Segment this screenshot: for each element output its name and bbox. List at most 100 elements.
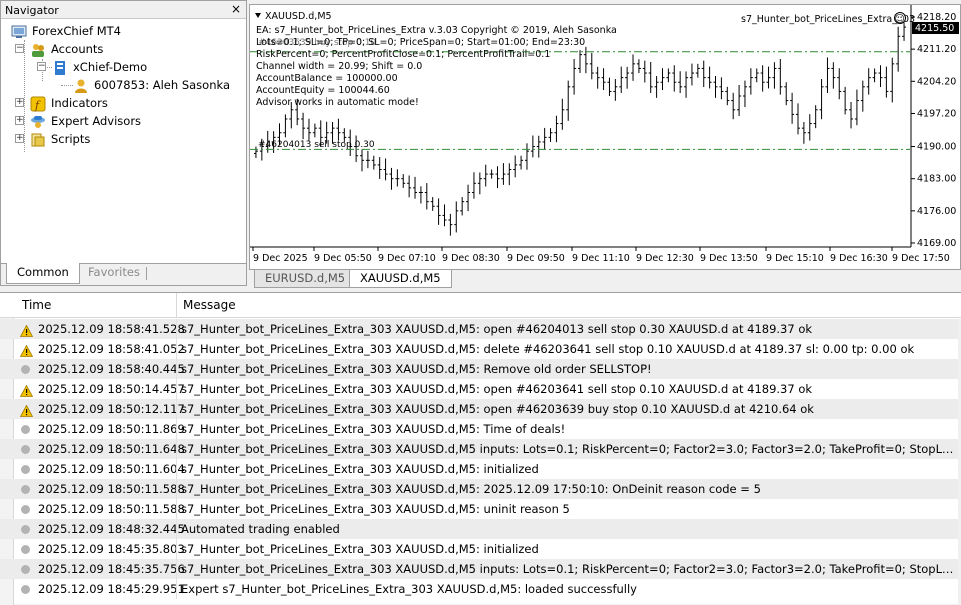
candle (483, 164, 488, 187)
tree-item-label: 6007853: Aleh Sasonka (94, 78, 230, 92)
column-header-message[interactable]: Message (177, 293, 957, 318)
log-time: 2025.12.09 18:50:12.117 (38, 402, 185, 416)
journal-row[interactable]: 2025.12.09 18:50:11.648 s7_Hunter_bot_Pri… (0, 439, 961, 459)
candle (642, 60, 647, 83)
candle (748, 68, 753, 95)
time-tick-label: 9 Dec 05:50 (314, 253, 372, 264)
journal-row[interactable]: 2025.12.09 18:50:14.457 s7_Hunter_bot_Pri… (0, 379, 961, 399)
collapse-icon[interactable]: − (37, 62, 46, 71)
log-time: 2025.12.09 18:48:32.445 (38, 522, 185, 536)
log-message: s7_Hunter_bot_PriceLines_Extra_303 XAUUS… (181, 562, 959, 576)
chart-tabs-bar: EURUSD.d,M5 XAUUSD.d,M5 (249, 270, 961, 288)
tree-item-accounts[interactable]: Accounts (30, 40, 103, 58)
chart-tab-xauusd[interactable]: XAUUSD.d,M5 (349, 270, 452, 288)
journal-row[interactable]: 2025.12.09 18:48:32.445 Automated trading… (0, 519, 961, 539)
candle (884, 66, 889, 98)
expand-icon[interactable]: + (15, 134, 24, 143)
candle (631, 54, 636, 81)
time-axis: 9 Dec 2025 9 Dec 05:50 9 Dec 07:10 9 Dec 08… (252, 247, 950, 264)
chart-tab-eurusd[interactable]: EURUSD.d,M5 (254, 270, 357, 288)
tree-item-scripts[interactable]: Scripts (30, 130, 90, 148)
journal-row[interactable]: 2025.12.09 18:45:35.756 s7_Hunter_bot_Pri… (0, 559, 961, 579)
journal-row[interactable]: 2025.12.09 18:50:11.588 s7_Hunter_bot_Pri… (0, 499, 961, 519)
candle (560, 98, 565, 130)
tab-common[interactable]: Common (6, 263, 80, 284)
current-price-label: 4215.50 (915, 23, 954, 34)
expand-icon[interactable]: + (15, 98, 24, 107)
terminal-icon (11, 24, 27, 40)
candle (813, 105, 818, 129)
tree-item-expert-advisors[interactable]: Expert Advisors (30, 112, 141, 130)
candle (365, 150, 370, 169)
column-separator (176, 479, 177, 499)
journal-row[interactable]: 2025.12.09 18:50:11.604 s7_Hunter_bot_Pri… (0, 459, 961, 479)
journal-row[interactable]: 2025.12.09 18:50:11.869 s7_Hunter_bot_Pri… (0, 419, 961, 439)
candle (489, 169, 494, 179)
expand-icon[interactable]: + (15, 116, 24, 125)
price-tick-label: 4169.00 (917, 238, 956, 249)
navigator-title: Navigator (5, 4, 59, 17)
tree-item-label: ForexChief MT4 (32, 24, 121, 38)
price-chart[interactable]: 4218.20 4211.20 4204.20 4197.20 4190.00 4183.… (249, 4, 961, 270)
chart-symbol-header[interactable]: XAUUSD.d,M5 (255, 11, 332, 22)
journal-row[interactable]: 2025.12.09 18:58:41.052 s7_Hunter_bot_Pri… (0, 339, 961, 359)
ea-info-line: AccountEquity = 100044.60 (256, 85, 390, 96)
candle (519, 155, 524, 170)
journal-row[interactable]: 2025.12.09 18:45:35.803 s7_Hunter_bot_Pri… (0, 539, 961, 559)
candle (536, 135, 541, 158)
tree-item-label: Scripts (51, 132, 91, 146)
candle (849, 101, 854, 129)
info-dot-icon (21, 525, 30, 534)
info-dot-icon (21, 565, 30, 574)
expert-advisor-icon (30, 114, 46, 130)
info-dot-icon (21, 365, 30, 374)
time-tick-label: 9 Dec 13:50 (700, 253, 758, 264)
close-icon[interactable]: × (231, 2, 241, 16)
tree-item-account[interactable]: 6007853: Aleh Sasonka (73, 76, 230, 94)
column-separator (176, 399, 177, 419)
candle (495, 166, 500, 189)
warning-icon (19, 343, 34, 357)
column-separator (176, 379, 177, 399)
tab-favorites[interactable]: Favorites (78, 263, 150, 284)
candle (654, 76, 659, 98)
chart-canvas[interactable]: 4218.20 4211.20 4204.20 4197.20 4190.00 4183.… (250, 5, 960, 269)
buy-stop-overlay-label: #46203639 buy stop 0.10 (258, 38, 376, 48)
tree-item-indicators[interactable]: f Indicators (30, 94, 108, 112)
journal-row[interactable]: 2025.12.09 18:50:12.117 s7_Hunter_bot_Pri… (0, 399, 961, 419)
candle (636, 59, 641, 74)
tree-item-label: Accounts (51, 42, 104, 56)
journal-row[interactable]: 2025.12.09 18:58:40.445 s7_Hunter_bot_Pri… (0, 359, 961, 379)
log-time: 2025.12.09 18:45:35.803 (38, 542, 185, 556)
info-dot-icon (21, 505, 30, 514)
candle (790, 92, 795, 124)
tree-item-root[interactable]: ForexChief MT4 (11, 22, 121, 40)
navigator-panel: Navigator × ForexChief MT4 − Accounts − … (0, 0, 247, 286)
journal-row[interactable]: 2025.12.09 18:58:41.528 s7_Hunter_bot_Pri… (0, 319, 961, 339)
journal-row[interactable]: 2025.12.09 18:45:29.951 Expert s7_Hunter_… (0, 579, 961, 599)
log-time: 2025.12.09 18:58:40.445 (38, 362, 185, 376)
candle (513, 155, 518, 178)
log-message: s7_Hunter_bot_PriceLines_Extra_303 XAUUS… (181, 502, 570, 516)
journal-row[interactable]: 2025.12.09 18:50:11.588 s7_Hunter_bot_Pri… (0, 479, 961, 499)
chart-symbol: XAUUSD.d,M5 (265, 11, 332, 22)
ea-info-line: AccountBalance = 100000.00 (256, 73, 398, 84)
info-dot-icon (21, 425, 30, 434)
collapse-icon[interactable]: − (15, 44, 24, 53)
candle (713, 76, 718, 98)
tree-connector (24, 40, 25, 152)
tree-item-demo-server[interactable]: xChief-Demo (52, 58, 147, 76)
time-tick-label: 9 Dec 16:30 (830, 253, 888, 264)
candle (778, 59, 783, 95)
candle (678, 71, 683, 94)
time-tick-label: 9 Dec 08:30 (442, 253, 500, 264)
price-tick-label: 4183.00 (917, 174, 956, 185)
price-axis: 4218.20 4211.20 4204.20 4197.20 4190.00 4183.… (911, 12, 956, 249)
log-message: s7_Hunter_bot_PriceLines_Extra_303 XAUUS… (181, 482, 761, 496)
candle (377, 157, 382, 179)
candle (501, 163, 506, 185)
column-header-time[interactable]: Time (16, 293, 177, 318)
candle (454, 201, 459, 233)
candle (542, 127, 547, 150)
candle (754, 68, 759, 83)
